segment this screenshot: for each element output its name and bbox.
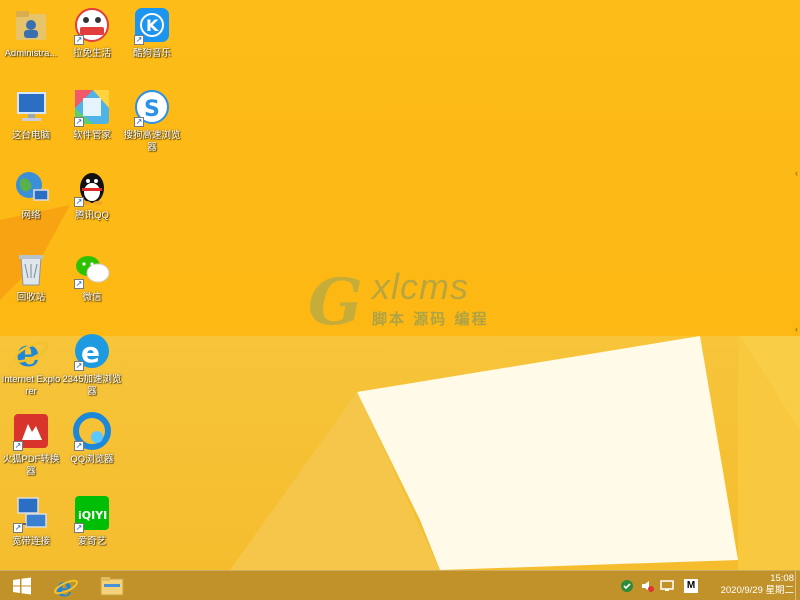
- windows-logo-icon: [13, 577, 31, 595]
- show-desktop-button[interactable]: [795, 571, 800, 600]
- desktop-icon-recycle-bin[interactable]: 回收站: [1, 250, 61, 304]
- watermark-brand: xlcms: [372, 266, 469, 307]
- desktop-icon-sogou-browser[interactable]: S ↗ 搜狗高速浏览器: [122, 88, 182, 154]
- desktop-icon-kugou[interactable]: K ↗ 酷狗音乐: [122, 6, 182, 60]
- shortcut-arrow-icon: ↗: [74, 197, 84, 207]
- shortcut-arrow-icon: ↗: [13, 441, 23, 451]
- network-globe-icon: [12, 168, 50, 206]
- iqiyi-icon: iQIYI ↗: [73, 494, 111, 533]
- icon-label: 爱奇艺: [77, 536, 107, 547]
- icon-label: 拉免生活: [72, 48, 111, 59]
- shortcut-arrow-icon: ↗: [74, 523, 84, 533]
- desktop-icon-qq-browser[interactable]: ↗ QQ浏览器: [62, 412, 122, 466]
- desktop-icon-iqiyi[interactable]: iQIYI ↗ 爱奇艺: [62, 494, 122, 548]
- kugou-music-icon: K ↗: [133, 6, 171, 45]
- icon-label: 2345加速浏览器: [62, 374, 122, 397]
- desktop: G xlcms 脚本 源码 编程 Administra... 这台电脑 网络 回…: [0, 0, 800, 570]
- desktop-icon-this-pc[interactable]: 这台电脑: [1, 88, 61, 142]
- icon-label: 火狐PDF转换器: [2, 454, 60, 477]
- icon-label: 回收站: [16, 292, 46, 303]
- qq-browser-icon: ↗: [73, 412, 111, 451]
- desktop-icon-pdf-converter[interactable]: ↗ 火狐PDF转换器: [1, 412, 61, 478]
- icon-label: 搜狗高速浏览器: [123, 130, 181, 153]
- desktop-icon-wechat[interactable]: ↗ 微信: [62, 250, 122, 304]
- watermark-letter: G: [308, 265, 363, 332]
- shortcut-arrow-icon: ↗: [74, 441, 84, 451]
- icon-label: QQ浏览器: [70, 454, 114, 465]
- file-explorer-icon: [100, 577, 124, 596]
- desktop-icon-network[interactable]: 网络: [1, 168, 61, 222]
- start-button[interactable]: [0, 571, 44, 600]
- computer-icon: [12, 88, 50, 126]
- shortcut-arrow-icon: ↗: [13, 523, 23, 533]
- scroll-indicator: ‹: [795, 324, 798, 334]
- desktop-icon-software-manager[interactable]: ↗ 软件管家: [62, 88, 122, 142]
- wechat-icon: ↗: [73, 250, 111, 289]
- icon-label: 腾讯QQ: [75, 210, 109, 221]
- shortcut-arrow-icon: ↗: [134, 117, 144, 127]
- scroll-indicator: ‹: [795, 168, 798, 178]
- broadband-connection-icon: ↗: [12, 494, 50, 533]
- icon-label: 宽带连接: [11, 536, 50, 547]
- desktop-icon-qq[interactable]: ↗ 腾讯QQ: [62, 168, 122, 222]
- clock[interactable]: 15:08 2020/9/29 星期二: [721, 573, 794, 597]
- icon-label: 这台电脑: [11, 130, 50, 141]
- pdf-converter-icon: ↗: [12, 412, 50, 451]
- recycle-bin-icon: [12, 250, 50, 288]
- icon-label: 软件管家: [72, 130, 111, 141]
- clock-time: 15:08: [770, 573, 794, 584]
- desktop-icon-internet-explorer[interactable]: e Internet Explorer: [1, 330, 61, 398]
- icon-label: Internet Explorer: [1, 374, 61, 397]
- tray-input-method-icon[interactable]: M: [684, 579, 698, 593]
- sogou-browser-icon: S ↗: [133, 88, 171, 127]
- browser-2345-icon: e ↗: [73, 332, 111, 371]
- qq-penguin-icon: ↗: [73, 168, 111, 207]
- svg-text:S: S: [144, 97, 160, 122]
- shortcut-arrow-icon: ↗: [74, 279, 84, 289]
- taskbar-explorer[interactable]: [90, 571, 134, 600]
- clock-date: 2020/9/29 星期二: [720, 585, 794, 596]
- tray-security-icon[interactable]: [620, 579, 634, 593]
- icon-label: 微信: [82, 292, 102, 303]
- user-folder-icon: [12, 6, 50, 44]
- shortcut-arrow-icon: ↗: [74, 35, 84, 45]
- icon-label: Administra...: [4, 48, 58, 59]
- watermark: G xlcms 脚本 源码 编程: [306, 262, 506, 340]
- lamian-app-icon: ↗: [73, 6, 111, 45]
- taskbar: e M 15:08 2020/9/29 星期二: [0, 570, 800, 600]
- tray-volume-muted-icon[interactable]: [640, 579, 654, 593]
- desktop-icon-broadband[interactable]: ↗ 宽带连接: [1, 494, 61, 548]
- desktop-icon-2345-browser[interactable]: e ↗ 2345加速浏览器: [62, 332, 122, 398]
- icon-label: 酷狗音乐: [132, 48, 171, 59]
- shortcut-arrow-icon: ↗: [74, 117, 84, 127]
- svg-text:K: K: [146, 16, 159, 35]
- watermark-tagline: 脚本 源码 编程: [372, 310, 489, 328]
- shortcut-arrow-icon: ↗: [134, 35, 144, 45]
- tray-network-icon[interactable]: [660, 579, 674, 593]
- icon-label: 网络: [21, 210, 41, 221]
- svg-text:iQIYI: iQIYI: [78, 509, 107, 522]
- shortcut-arrow-icon: ↗: [74, 361, 84, 371]
- internet-explorer-icon: e: [12, 330, 50, 375]
- desktop-icon-lamian[interactable]: ↗ 拉免生活: [62, 6, 122, 60]
- internet-explorer-icon: e: [53, 573, 79, 599]
- software-manager-icon: ↗: [73, 88, 111, 127]
- taskbar-ie[interactable]: e: [44, 571, 88, 600]
- desktop-icon-administrator[interactable]: Administra...: [1, 6, 61, 60]
